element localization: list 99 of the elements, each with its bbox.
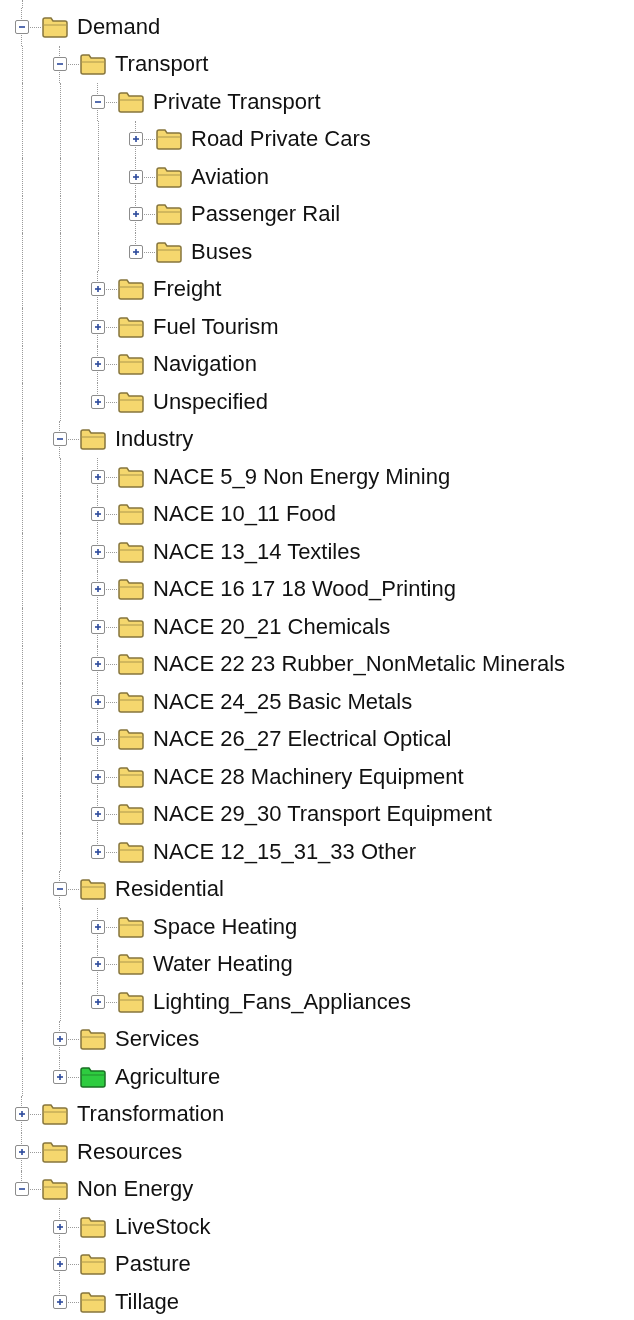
plus-icon (55, 1034, 65, 1045)
tree-item-label[interactable]: Freight (153, 278, 222, 301)
expand-toggle[interactable] (15, 1144, 29, 1159)
expand-toggle[interactable] (91, 919, 105, 934)
tree-item-label[interactable]: NACE 28 Machinery Equipment (153, 765, 464, 788)
tree-item-label[interactable]: Pasture (115, 1253, 191, 1276)
tree-item-label[interactable]: Buses (191, 240, 253, 263)
tree-item-label[interactable]: Lighting_Fans_Appliances (153, 990, 412, 1013)
plus-icon (17, 1109, 27, 1120)
plus-icon (93, 921, 103, 932)
plus-icon (131, 134, 141, 145)
plus-icon (55, 1259, 65, 1270)
expand-toggle[interactable] (53, 1032, 67, 1047)
plus-icon (17, 1146, 27, 1157)
tree-item-label[interactable]: Residential (115, 878, 224, 901)
expand-toggle[interactable] (91, 319, 105, 334)
expand-toggle[interactable] (53, 1219, 67, 1234)
expand-toggle[interactable] (91, 544, 105, 559)
expand-toggle[interactable] (53, 1294, 67, 1309)
expand-toggle[interactable] (129, 132, 143, 147)
tree-item-label[interactable]: Road Private Cars (191, 128, 371, 151)
plus-icon (131, 171, 141, 182)
expand-toggle[interactable] (91, 282, 105, 297)
tree-item-label[interactable]: Agriculture (115, 1065, 221, 1088)
tree-item-label[interactable]: Unspecified (153, 390, 268, 413)
expand-toggle[interactable] (91, 994, 105, 1009)
tree-item-label[interactable]: NACE 10_11 Food (153, 503, 337, 526)
tree-item-label[interactable]: NACE 16 17 18 Wood_Printing (153, 578, 456, 601)
plus-icon (93, 584, 103, 595)
tree-item-label[interactable]: Industry (115, 428, 194, 451)
plus-icon (93, 996, 103, 1007)
tree-item-label[interactable]: Transport (115, 53, 209, 76)
tree-item-label[interactable]: Private Transport (153, 90, 321, 113)
plus-icon (93, 359, 103, 370)
expand-toggle[interactable] (91, 732, 105, 747)
expand-toggle[interactable] (129, 169, 143, 184)
expand-toggle[interactable] (91, 619, 105, 634)
tree-item-label[interactable]: Space Heating (153, 915, 298, 938)
plus-icon (93, 771, 103, 782)
collapse-toggle[interactable] (15, 1182, 29, 1197)
plus-icon (131, 246, 141, 257)
expand-toggle[interactable] (129, 244, 143, 259)
expand-toggle[interactable] (91, 469, 105, 484)
tree-item-label[interactable]: NACE 20_21 Chemicals (153, 615, 391, 638)
plus-icon (93, 809, 103, 820)
tree-item-label[interactable]: NACE 13_14 Textiles (153, 540, 361, 563)
collapse-toggle[interactable] (53, 432, 67, 447)
plus-icon (93, 546, 103, 557)
plus-icon (55, 1296, 65, 1307)
plus-icon (93, 321, 103, 332)
tree-item-label[interactable]: NACE 5_9 Non Energy Mining (153, 465, 451, 488)
expand-toggle[interactable] (91, 844, 105, 859)
plus-icon (131, 209, 141, 220)
expand-toggle[interactable] (91, 394, 105, 409)
plus-icon (93, 621, 103, 632)
tree-item-label[interactable]: Tillage (115, 1290, 179, 1313)
plus-icon (93, 396, 103, 407)
tree-item-label[interactable]: NACE 12_15_31_33 Other (153, 840, 416, 863)
tree-item-label[interactable]: Resources (77, 1140, 183, 1163)
tree-item-label[interactable]: NACE 29_30 Transport Equipment (153, 803, 492, 826)
expand-toggle[interactable] (91, 807, 105, 822)
expand-toggle[interactable] (91, 582, 105, 597)
tree-item-label[interactable]: Water Heating (153, 953, 293, 976)
tree-item-label[interactable]: NACE 24_25 Basic Metals (153, 690, 413, 713)
expand-toggle[interactable] (15, 1107, 29, 1122)
expand-toggle[interactable] (91, 694, 105, 709)
plus-icon (93, 696, 103, 707)
plus-icon (93, 509, 103, 520)
expand-toggle[interactable] (91, 357, 105, 372)
expand-toggle[interactable] (91, 657, 105, 672)
plus-icon (93, 284, 103, 295)
expand-toggle[interactable] (91, 769, 105, 784)
plus-icon (55, 1221, 65, 1232)
tree-item-label[interactable]: NACE 26_27 Electrical Optical (153, 728, 452, 751)
expand-toggle[interactable] (53, 1069, 67, 1084)
plus-icon (93, 734, 103, 745)
expand-toggle[interactable] (91, 507, 105, 522)
plus-icon (55, 1071, 65, 1082)
tree-item-label[interactable]: Passenger Rail (191, 203, 341, 226)
tree-item-label[interactable]: NACE 22 23 Rubber_NonMetalic Minerals (153, 653, 566, 676)
plus-icon (93, 846, 103, 857)
tree-item-label[interactable]: Non Energy (77, 1178, 194, 1201)
expand-toggle[interactable] (91, 957, 105, 972)
plus-icon (93, 659, 103, 670)
collapse-toggle[interactable] (53, 57, 67, 72)
expand-toggle[interactable] (53, 1257, 67, 1272)
tree-item-label[interactable]: Services (115, 1028, 200, 1051)
tree-item-label[interactable]: Aviation (191, 165, 269, 188)
tree-item-label[interactable]: LiveStock (115, 1215, 211, 1238)
tree-item-label[interactable]: Fuel Tourism (153, 315, 279, 338)
expand-toggle[interactable] (129, 207, 143, 222)
collapse-toggle[interactable] (53, 882, 67, 897)
plus-icon (93, 959, 103, 970)
tree-item-label[interactable]: Navigation (153, 353, 257, 376)
tree-item-label[interactable]: Transformation (77, 1103, 225, 1126)
plus-icon (93, 471, 103, 482)
tree-item-label[interactable]: Demand (77, 15, 161, 38)
collapse-toggle[interactable] (91, 94, 105, 109)
collapse-toggle[interactable] (15, 19, 29, 34)
